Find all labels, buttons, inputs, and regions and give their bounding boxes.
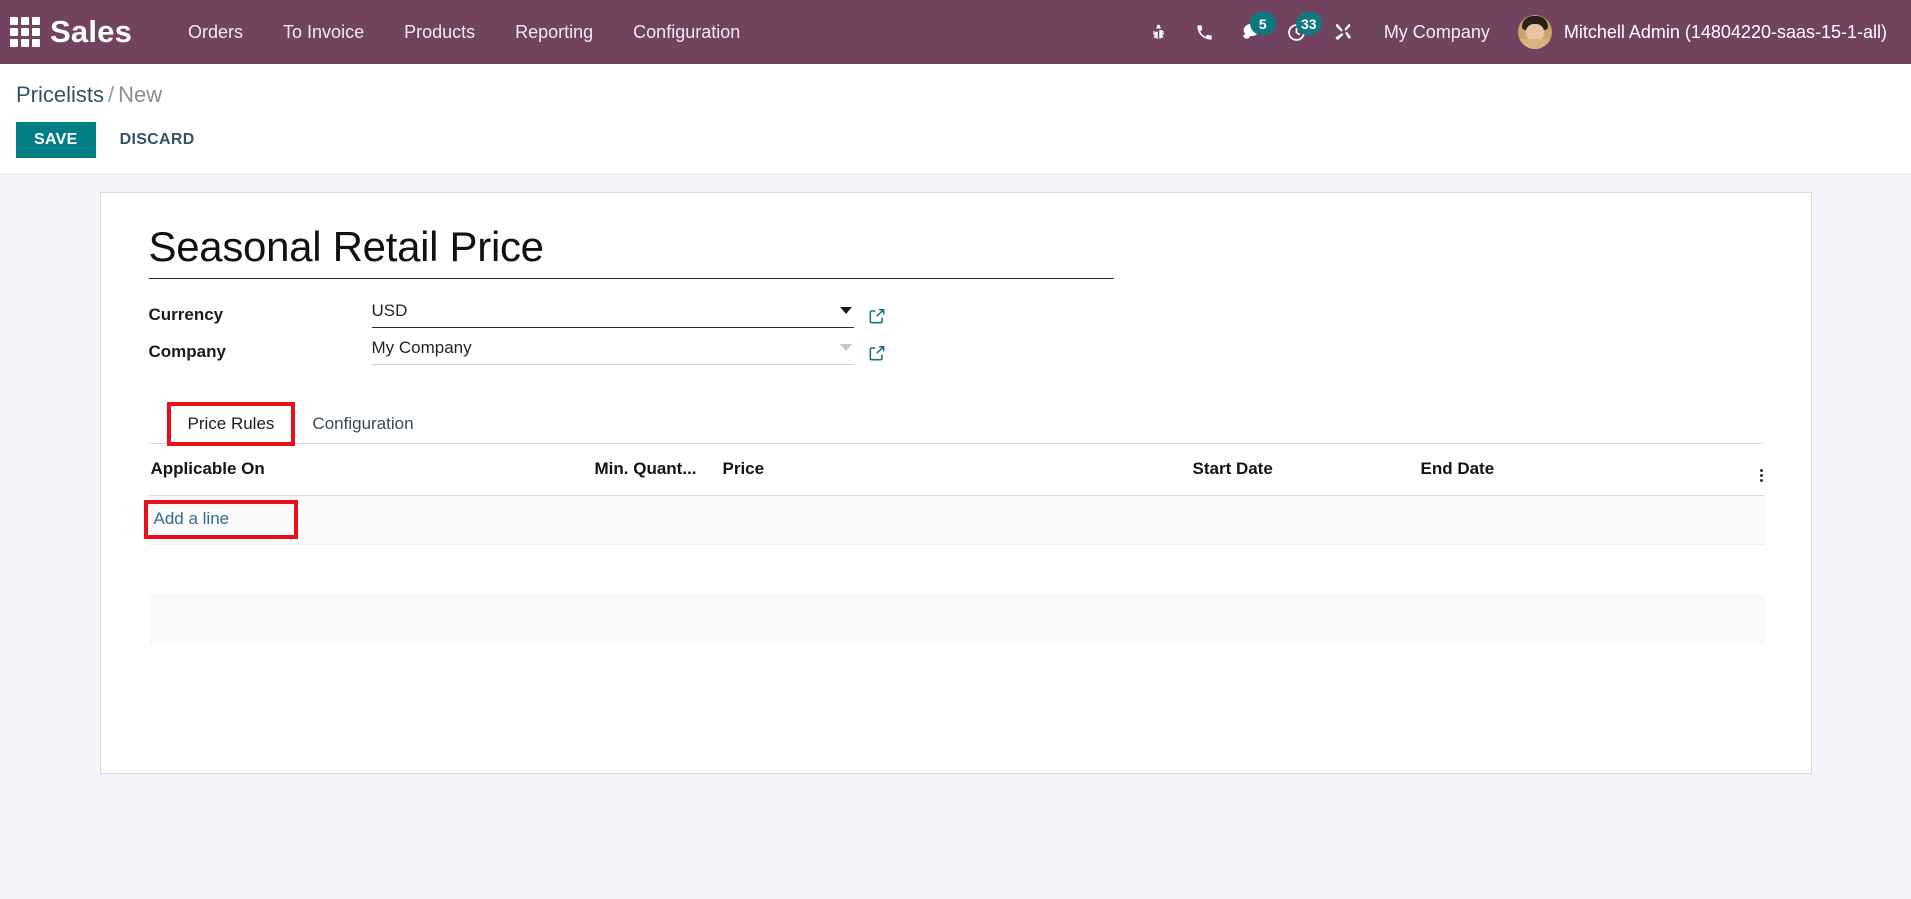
breadcrumb: Pricelists / New: [0, 82, 1911, 108]
pricelist-name-input[interactable]: Seasonal Retail Price: [148, 223, 1114, 279]
company-internal-link-icon[interactable]: [867, 343, 887, 363]
tab-configuration[interactable]: Configuration: [293, 404, 432, 444]
activities-badge: 33: [1295, 12, 1322, 35]
apps-grid-icon[interactable]: [8, 15, 42, 49]
save-button[interactable]: SAVE: [16, 122, 96, 159]
company-value: My Company: [371, 337, 472, 357]
field-row-currency: Currency USD: [149, 301, 1763, 328]
breadcrumb-separator: /: [108, 82, 115, 107]
control-panel: Pricelists / New SAVE DISCARD: [0, 64, 1911, 176]
table-row: [148, 594, 1765, 645]
currency-label: Currency: [148, 304, 224, 324]
phone-icon[interactable]: [1182, 9, 1228, 55]
messages-icon[interactable]: 5: [1228, 9, 1276, 55]
optional-columns-dropdown-icon[interactable]: [1759, 468, 1765, 482]
menu-item-configuration[interactable]: Configuration: [613, 12, 760, 53]
chevron-down-icon[interactable]: [839, 344, 852, 352]
column-header-end-date[interactable]: End Date: [1420, 443, 1743, 496]
user-name-label: Mitchell Admin (14804220-saas-15-1-all): [1563, 21, 1887, 42]
activities-clock-icon[interactable]: 33: [1274, 9, 1322, 55]
table-header-row: Applicable On Min. Quant... Price Start …: [148, 443, 1765, 496]
add-a-line-link[interactable]: Add a line: [152, 508, 234, 531]
menu-item-reporting[interactable]: Reporting: [495, 12, 613, 53]
breadcrumb-pricelists[interactable]: Pricelists: [16, 82, 104, 107]
column-header-start-date[interactable]: Start Date: [1192, 443, 1421, 496]
company-input[interactable]: My Company: [371, 337, 854, 365]
chevron-down-icon[interactable]: [839, 307, 852, 315]
table-row: [148, 644, 1765, 695]
field-row-company: Company My Company: [149, 338, 1763, 365]
notebook-tab-strip: Price Rules Configuration: [148, 401, 1763, 446]
navbar-systray: 5 33 My Company Mitchell Admin (14804220…: [1136, 9, 1893, 55]
menu-item-to-invoice[interactable]: To Invoice: [263, 12, 384, 53]
table-row: [148, 694, 1765, 745]
company-switcher[interactable]: My Company: [1366, 12, 1508, 53]
column-header-price[interactable]: Price: [722, 443, 1193, 496]
messages-badge: 5: [1249, 12, 1276, 35]
notebook: Price Rules Configuration Applicable On …: [143, 401, 1765, 745]
breadcrumb-current: New: [118, 82, 163, 107]
company-label: Company: [148, 341, 226, 361]
record-action-buttons: SAVE DISCARD: [0, 108, 1911, 174]
avatar: [1517, 15, 1552, 49]
currency-input[interactable]: USD: [371, 300, 854, 328]
tools-icon[interactable]: [1320, 9, 1366, 55]
currency-value: USD: [371, 300, 408, 320]
form-sheet: Seasonal Retail Price Currency USD Compa…: [99, 192, 1812, 775]
column-header-min-quantity[interactable]: Min. Quant...: [594, 443, 723, 496]
top-navbar: Sales Orders To Invoice Products Reporti…: [0, 0, 1911, 64]
app-brand-sales[interactable]: Sales: [50, 14, 132, 50]
price-rules-table: Applicable On Min. Quant... Price Start …: [143, 443, 1765, 745]
bug-icon[interactable]: [1136, 9, 1182, 55]
column-header-applicable-on[interactable]: Applicable On: [148, 443, 595, 496]
add-a-line-row[interactable]: Add a line: [143, 495, 1765, 545]
column-options-header: [1742, 443, 1765, 496]
table-row: [148, 544, 1765, 595]
discard-button[interactable]: DISCARD: [102, 122, 213, 158]
menu-item-orders[interactable]: Orders: [168, 12, 263, 53]
add-a-line-highlight: Add a line: [143, 499, 299, 539]
tab-price-rules[interactable]: Price Rules: [166, 401, 296, 446]
currency-internal-link-icon[interactable]: [867, 306, 887, 326]
main-menu: Orders To Invoice Products Reporting Con…: [168, 12, 760, 53]
form-background: Seasonal Retail Price Currency USD Compa…: [0, 175, 1911, 899]
menu-item-products[interactable]: Products: [384, 12, 495, 53]
user-menu[interactable]: Mitchell Admin (14804220-saas-15-1-all): [1508, 11, 1893, 53]
